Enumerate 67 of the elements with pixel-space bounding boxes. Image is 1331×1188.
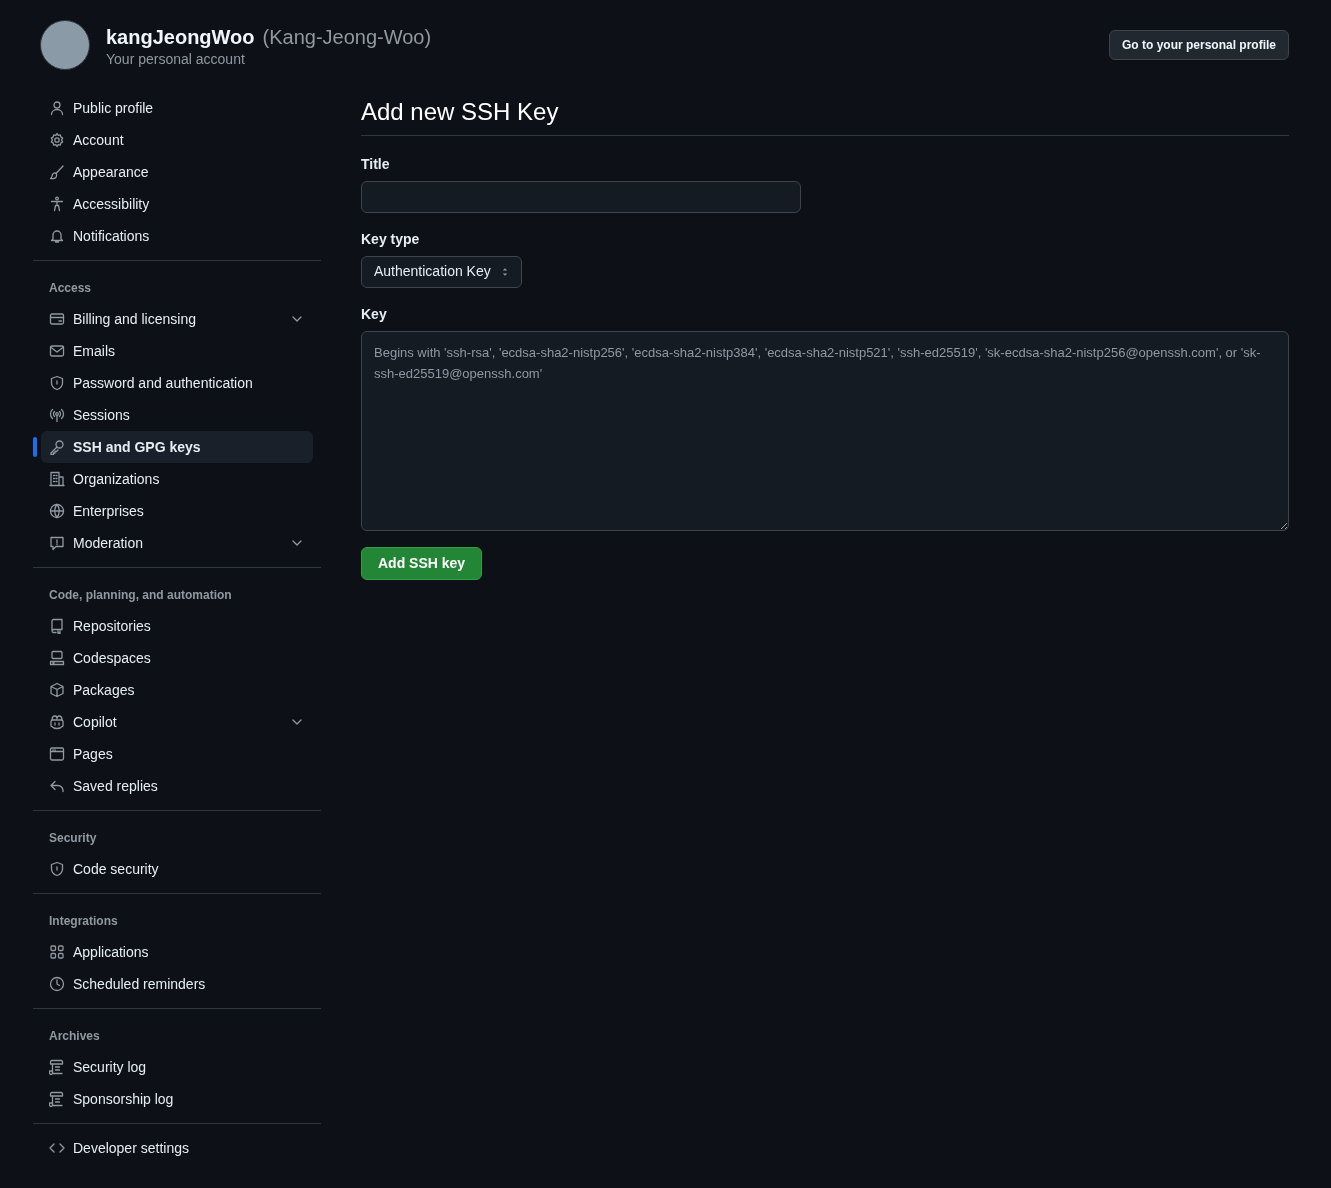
reply-arrow-icon	[49, 778, 65, 794]
shield-icon	[49, 375, 65, 391]
speech-bubble-alert-icon	[49, 535, 65, 551]
account-login: (Kang-Jeong-Woo)	[262, 25, 432, 51]
page-title: Add new SSH Key	[361, 98, 1289, 136]
paintbrush-icon	[49, 164, 65, 180]
sidebar-item[interactable]: Billing and licensing	[41, 303, 313, 335]
sidebar-item[interactable]: Codespaces	[41, 642, 313, 674]
building-icon	[49, 471, 65, 487]
sidebar-item[interactable]: Applications	[41, 936, 313, 968]
accessibility-icon	[49, 196, 65, 212]
section-heading: Security	[48, 830, 98, 847]
field-label: Key	[361, 304, 388, 324]
clock-icon	[49, 976, 65, 992]
key-icon	[49, 439, 65, 455]
gear-icon	[49, 132, 65, 148]
key-type-select[interactable]: Authentication Key	[361, 255, 522, 288]
log-icon	[49, 1091, 65, 1107]
sidebar-item[interactable]: Saved replies	[41, 770, 313, 802]
account-name[interactable]: kangJeongWoo	[106, 22, 255, 53]
robot-face-icon	[49, 714, 65, 730]
field-label: Key type	[361, 229, 421, 249]
sidebar-item[interactable]: Code security	[41, 853, 313, 885]
field-label: Title	[361, 154, 391, 174]
broadcast-icon	[49, 407, 65, 423]
sidebar-item[interactable]: Sessions	[41, 399, 313, 431]
sidebar-item[interactable]: Account	[41, 124, 313, 156]
account-subtitle: Your personal account	[106, 52, 246, 68]
sidebar-item[interactable]: Security log	[41, 1051, 313, 1083]
add-ssh-key-button[interactable]: Add SSH key	[361, 546, 483, 580]
sidebar-item[interactable]: Notifications	[41, 220, 313, 252]
cube-icon	[49, 682, 65, 698]
sidebar-item[interactable]: Accessibility	[41, 188, 313, 220]
avatar-photo-placeholder[interactable]	[40, 20, 90, 70]
sidebar-item[interactable]: Emails	[41, 335, 313, 367]
section-heading: Integrations	[48, 913, 119, 930]
browser-window-icon	[49, 746, 65, 762]
key-textarea[interactable]: Begins with 'ssh-rsa', 'ecdsa-sha2-nistp256', 'ecdsa-sha2-nistp384', 'ecdsa-sha2-nistp521', 'ssh-ed25519', 'sk-ecdsa-sha2-nistp256@openssh.com', or 'sk-ssh-ed25519@openssh.com'	[361, 330, 1289, 531]
sidebar-item[interactable]: Scheduled reminders	[41, 968, 313, 1000]
active-indicator	[33, 437, 37, 457]
sidebar-item[interactable]: Pages	[41, 738, 313, 770]
sidebar-item[interactable]: Organizations	[41, 463, 313, 495]
monitor-icon	[49, 650, 65, 666]
sidebar-item[interactable]: Packages	[41, 674, 313, 706]
section-heading: Access	[48, 280, 93, 297]
sidebar-item[interactable]: Copilot	[41, 706, 313, 738]
shield-icon	[49, 861, 65, 877]
sidebar-item[interactable]: Sponsorship log	[41, 1083, 313, 1115]
section-heading: Archives	[48, 1028, 101, 1045]
sidebar-item[interactable]: Appearance	[41, 156, 313, 188]
person-icon	[49, 100, 65, 116]
section-heading: Code, planning, and automation	[48, 587, 233, 604]
sidebar-item[interactable]: Repositories	[41, 610, 313, 642]
log-icon	[49, 1059, 65, 1075]
mail-icon	[49, 343, 65, 359]
profile-button[interactable]: Go to your personal profile	[1109, 30, 1289, 60]
bell-icon	[49, 228, 65, 244]
book-icon	[49, 618, 65, 634]
sidebar-item[interactable]: Developer settings	[41, 1132, 313, 1164]
sidebar-item[interactable]: Enterprises	[41, 495, 313, 527]
sidebar-item[interactable]: Password and authentication	[41, 367, 313, 399]
sidebar-item[interactable]: Public profile	[41, 92, 313, 124]
credit-card-icon	[49, 311, 65, 327]
grid-icon	[49, 944, 65, 960]
sidebar-item[interactable]: Moderation	[41, 527, 313, 559]
globe-icon	[49, 503, 65, 519]
title-input[interactable]	[361, 180, 801, 213]
